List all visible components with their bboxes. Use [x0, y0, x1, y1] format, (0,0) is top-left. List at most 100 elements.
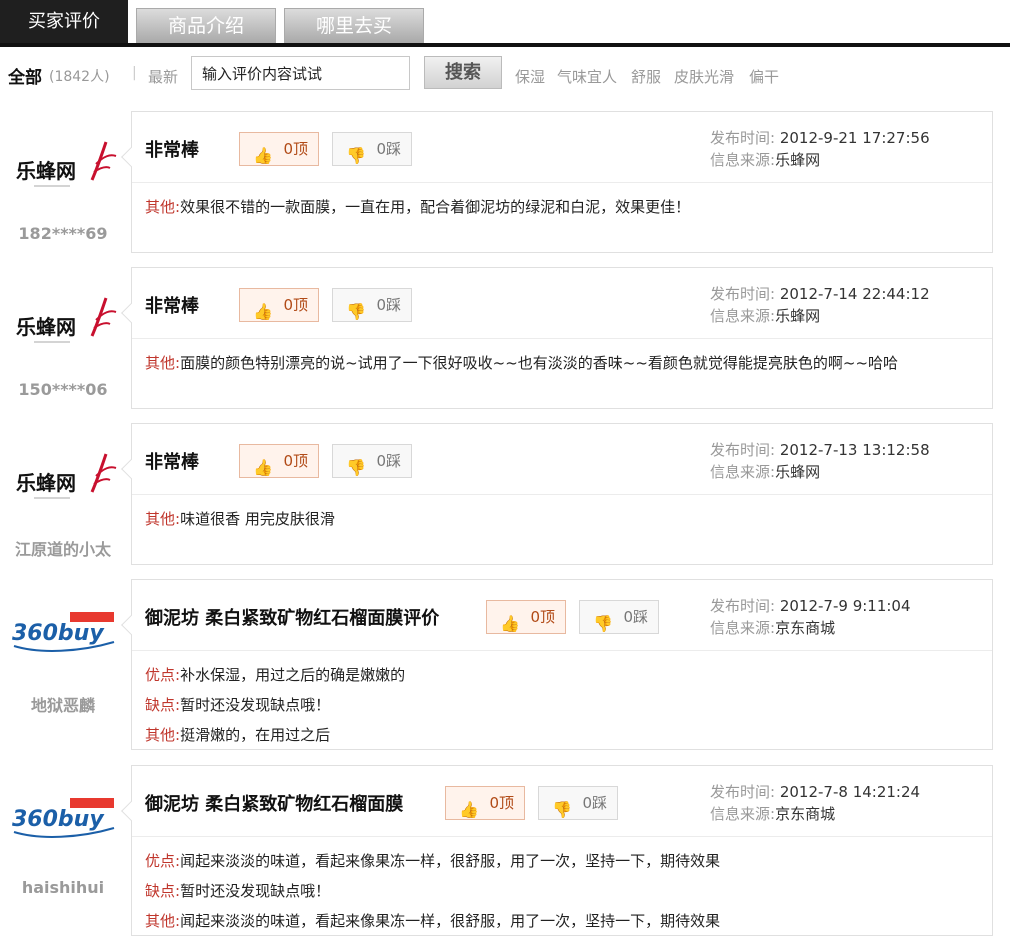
upvote-button[interactable]: 👍 0顶 — [486, 600, 566, 634]
review-meta: 发布时间: 2012-7-14 22:44:12 信息来源:乐蜂网 — [710, 285, 930, 325]
thumbs-up-icon: 👍 — [253, 146, 273, 165]
review-page: 买家评价 商品介绍 哪里去买 全部 (1842人) | 最新 搜索 保湿 气味宜… — [0, 0, 1010, 950]
review-title: 非常棒 — [145, 452, 199, 473]
review-other: 其他:效果很不错的一款面膜，一直在用，配合着御泥坊的绿泥和白泥，效果更佳！ — [145, 198, 691, 216]
review-header: 非常棒 👍 0顶 👎 0踩 发布时间: 2012-9-21 17:27:56 信息来… — [132, 112, 992, 183]
review-meta: 发布时间: 2012-7-13 13:12:58 信息来源:乐蜂网 — [710, 441, 930, 481]
filter-bar: 全部 (1842人) | 最新 搜索 保湿 气味宜人 舒服 皮肤光滑 偏干 — [0, 51, 1010, 95]
reviewer-avatar: 乐蜂网 江原道的小太 — [0, 423, 126, 563]
lefeng-logo: 乐蜂网 — [16, 297, 117, 343]
tag-smooth-skin[interactable]: 皮肤光滑 — [674, 66, 734, 87]
svg-text:360buy: 360buy — [12, 621, 105, 646]
review-cons: 缺点:暂时还没发现缺点哦！ — [145, 696, 331, 714]
review-source: 京东商城 — [775, 805, 836, 823]
thumbs-up-icon: 👍 — [500, 614, 520, 633]
upvote-button[interactable]: 👍 0顶 — [445, 786, 525, 820]
downvote-button[interactable]: 👎 0踩 — [579, 600, 659, 634]
review-card: 非常棒 👍 0顶 👎 0踩 发布时间: 2012-7-13 13:12:58 信息来… — [121, 423, 993, 565]
review-title: 御泥坊 柔白紧致矿物红石榴面膜评价 — [145, 608, 440, 629]
thumbs-down-icon: 👎 — [552, 800, 572, 819]
review-source: 乐蜂网 — [775, 151, 821, 169]
review-other: 其他:味道很香 用完皮肤很滑 — [145, 510, 335, 528]
review-meta: 发布时间: 2012-7-9 9:11:04 信息来源:京东商城 — [710, 597, 911, 637]
review-card: 御泥坊 柔白紧致矿物红石榴面膜评价 👍 0顶 👎 0踩 发布时间: 2012-7-9… — [121, 579, 993, 750]
review-title: 非常棒 — [145, 296, 199, 317]
upvote-button[interactable]: 👍 0顶 — [239, 444, 319, 478]
review-body: 其他:效果很不错的一款面膜，一直在用，配合着御泥坊的绿泥和白泥，效果更佳！ — [132, 184, 992, 230]
svg-text:乐蜂网: 乐蜂网 — [16, 159, 76, 183]
downvote-button[interactable]: 👎 0踩 — [538, 786, 618, 820]
review-other: 其他:闻起来淡淡的味道，看起来像果冻一样，很舒服，用了一次，坚持一下，期待效果 — [145, 912, 721, 930]
filter-separator: | — [132, 65, 137, 81]
review-source: 京东商城 — [775, 619, 836, 637]
review-meta: 发布时间: 2012-7-8 14:21:24 信息来源:京东商城 — [710, 783, 921, 823]
thumbs-up-icon: 👍 — [253, 458, 273, 477]
review-time: 2012-7-13 13:12:58 — [779, 441, 930, 459]
reviewer-avatar: 360buy 地狱恶麟 — [0, 579, 126, 719]
review-header: 御泥坊 柔白紧致矿物红石榴面膜评价 👍 0顶 👎 0踩 发布时间: 2012-7-9… — [132, 580, 992, 651]
reviewer-name: 地狱恶麟 — [30, 696, 95, 715]
tag-pleasant-scent[interactable]: 气味宜人 — [557, 66, 617, 87]
downvote-button[interactable]: 👎 0踩 — [332, 288, 412, 322]
upvote-button[interactable]: 👍 0顶 — [239, 288, 319, 322]
thumbs-down-icon: 👎 — [346, 458, 366, 477]
thumbs-up-icon: 👍 — [459, 800, 479, 819]
tag-moisturizing[interactable]: 保湿 — [515, 66, 545, 87]
lefeng-logo: 乐蜂网 — [16, 141, 117, 187]
thumbs-down-icon: 👎 — [593, 614, 613, 633]
review-pros: 优点:闻起来淡淡的味道，看起来像果冻一样，很舒服，用了一次，坚持一下，期待效果 — [145, 852, 721, 870]
review-card: 非常棒 👍 0顶 👎 0踩 发布时间: 2012-7-14 22:44:12 信息来… — [121, 267, 993, 409]
review-body: 其他:面膜的颜色特别漂亮的说~试用了一下很好吸收~~也有淡淡的香味~~看颜色就觉… — [132, 340, 992, 386]
downvote-button[interactable]: 👎 0踩 — [332, 132, 412, 166]
tab-bar: 买家评价 商品介绍 哪里去买 — [0, 0, 1010, 47]
review-cons: 缺点:暂时还没发现缺点哦！ — [145, 882, 331, 900]
tab-product-intro[interactable]: 商品介绍 — [136, 8, 276, 43]
reviewer-avatar: 360buy haishihui — [0, 765, 126, 905]
svg-text:乐蜂网: 乐蜂网 — [16, 471, 76, 495]
svg-text:360buy: 360buy — [12, 807, 105, 832]
upvote-button[interactable]: 👍 0顶 — [239, 132, 319, 166]
downvote-button[interactable]: 👎 0踩 — [332, 444, 412, 478]
review-body: 优点:闻起来淡淡的味道，看起来像果冻一样，很舒服，用了一次，坚持一下，期待效果 … — [132, 838, 992, 944]
search-input[interactable] — [191, 56, 410, 90]
review-pros: 优点:补水保湿，用过之后的确是嫩嫩的 — [145, 666, 406, 684]
review-header: 非常棒 👍 0顶 👎 0踩 发布时间: 2012-7-14 22:44:12 信息来… — [132, 268, 992, 339]
reviewer-name: 江原道的小太 — [14, 540, 111, 559]
review-other: 其他:挺滑嫩的，在用过之后 — [145, 726, 331, 744]
thumbs-down-icon: 👎 — [346, 146, 366, 165]
review-card: 非常棒 👍 0顶 👎 0踩 发布时间: 2012-9-21 17:27:56 信息来… — [121, 111, 993, 253]
review-other: 其他:面膜的颜色特别漂亮的说~试用了一下很好吸收~~也有淡淡的香味~~看颜色就觉… — [145, 354, 899, 372]
reviewer-name: 150****06 — [18, 380, 108, 399]
review-header: 非常棒 👍 0顶 👎 0踩 发布时间: 2012-7-13 13:12:58 信息来… — [132, 424, 992, 495]
filter-all[interactable]: 全部 — [8, 63, 42, 88]
360buy-logo: 360buy — [12, 612, 115, 652]
filter-count: (1842人) — [49, 69, 110, 85]
lefeng-logo: 乐蜂网 — [16, 453, 117, 499]
svg-text:乐蜂网: 乐蜂网 — [16, 315, 76, 339]
review-source: 乐蜂网 — [775, 463, 821, 481]
review-source: 乐蜂网 — [775, 307, 821, 325]
review-time: 2012-7-8 14:21:24 — [779, 783, 921, 801]
tag-comfortable[interactable]: 舒服 — [631, 66, 661, 87]
review-time: 2012-9-21 17:27:56 — [779, 129, 930, 147]
review-title: 非常棒 — [145, 140, 199, 161]
review-time: 2012-7-9 9:11:04 — [779, 597, 911, 615]
review-title: 御泥坊 柔白紧致矿物红石榴面膜 — [145, 794, 404, 815]
reviewer-avatar: 乐蜂网 182****69 — [0, 111, 126, 251]
reviewer-name: haishihui — [21, 878, 105, 897]
review-meta: 发布时间: 2012-9-21 17:27:56 信息来源:乐蜂网 — [710, 129, 930, 169]
reviewer-name: 182****69 — [18, 224, 108, 243]
review-body: 优点:补水保湿，用过之后的确是嫩嫩的 缺点:暂时还没发现缺点哦！ 其他:挺滑嫩的… — [132, 652, 992, 758]
review-header: 御泥坊 柔白紧致矿物红石榴面膜 👍 0顶 👎 0踩 发布时间: 2012-7-8 1… — [132, 766, 992, 837]
reviewer-avatar: 乐蜂网 150****06 — [0, 267, 126, 407]
filter-latest[interactable]: 最新 — [148, 66, 178, 87]
tab-buyer-reviews[interactable]: 买家评价 — [0, 0, 128, 43]
review-card: 御泥坊 柔白紧致矿物红石榴面膜 👍 0顶 👎 0踩 发布时间: 2012-7-8 1… — [121, 765, 993, 936]
tag-slightly-dry[interactable]: 偏干 — [749, 66, 779, 87]
360buy-logo: 360buy — [12, 798, 115, 838]
review-time: 2012-7-14 22:44:12 — [779, 285, 930, 303]
thumbs-up-icon: 👍 — [253, 302, 273, 321]
tab-where-to-buy[interactable]: 哪里去买 — [284, 8, 424, 43]
search-button[interactable]: 搜索 — [424, 56, 502, 89]
thumbs-down-icon: 👎 — [346, 302, 366, 321]
